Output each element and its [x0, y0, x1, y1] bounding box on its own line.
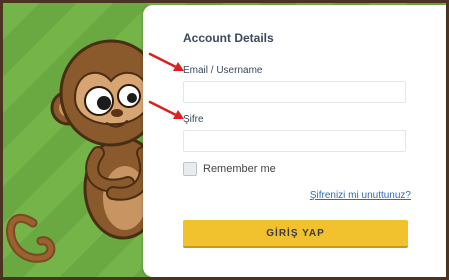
red-arrow-icon — [148, 52, 184, 71]
red-arrow-icon — [148, 100, 184, 119]
remember-me-row[interactable]: Remember me — [183, 160, 276, 178]
email-field[interactable] — [183, 81, 406, 103]
card-title: Account Details — [183, 31, 274, 45]
account-details-card: Account Details Email / Username Şifre R… — [143, 5, 446, 277]
forgot-password-link[interactable]: Şifrenizi mi unuttunuz? — [310, 190, 411, 201]
password-field[interactable] — [183, 130, 406, 152]
remember-me-label: Remember me — [203, 163, 276, 175]
login-button[interactable]: GİRİŞ YAP — [183, 220, 408, 248]
remember-me-checkbox[interactable] — [183, 162, 197, 176]
login-screen: Account Details Email / Username Şifre R… — [0, 0, 449, 280]
email-label: Email / Username — [183, 65, 263, 76]
